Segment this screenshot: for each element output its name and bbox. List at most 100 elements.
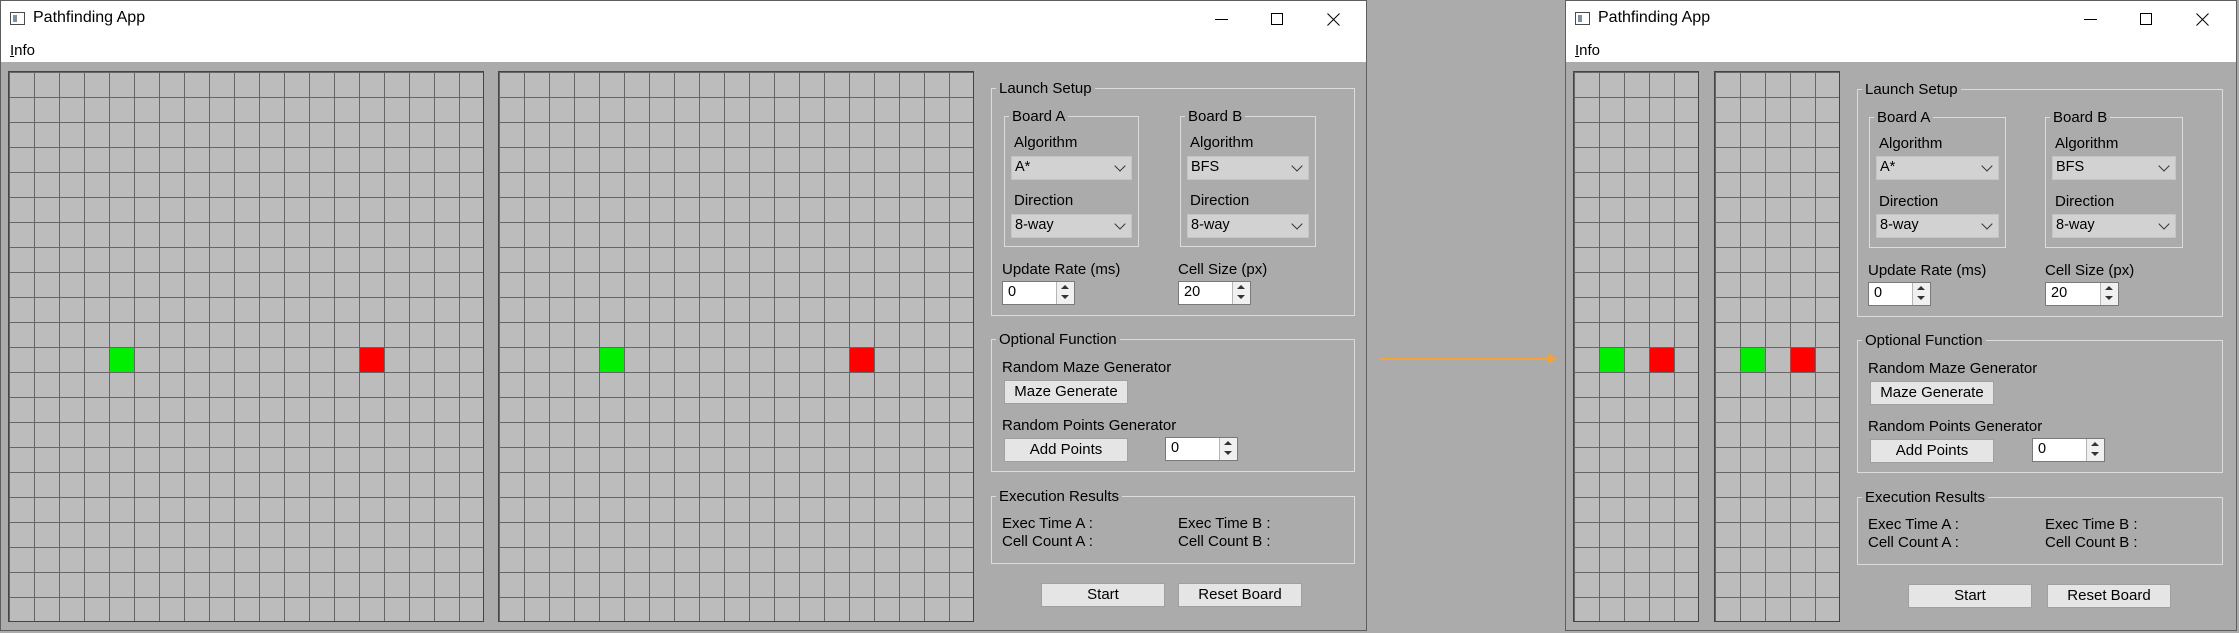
board-b-legend: Board B — [1188, 108, 1243, 125]
spin-down-icon[interactable] — [1061, 295, 1069, 299]
title-bar[interactable]: Pathfinding App — [1566, 1, 2236, 39]
exec-time-a: Exec Time A : — [1868, 516, 1959, 533]
cell-size-label: Cell Size (px) — [2045, 262, 2135, 279]
update-rate-input[interactable]: 0 — [1002, 281, 1075, 305]
cell-size-value: 20 — [2051, 285, 2068, 301]
maze-generator-label: Random Maze Generator — [1002, 359, 1172, 376]
board-a-grid[interactable] — [8, 71, 484, 622]
algorithm-a-label: Algorithm — [1014, 134, 1078, 151]
update-rate-value: 0 — [1874, 285, 1883, 301]
arrow-right-icon — [1380, 354, 1558, 364]
spin-up-icon[interactable] — [2091, 442, 2099, 446]
spin-up-icon[interactable] — [1237, 285, 1245, 289]
chevron-down-icon — [1291, 160, 1303, 172]
maximize-button[interactable] — [2118, 1, 2174, 39]
add-points-button[interactable]: Add Points — [1004, 438, 1128, 462]
window-title: Pathfinding App — [33, 9, 146, 26]
launch-setup-legend: Launch Setup — [999, 80, 1092, 97]
algorithm-b-label: Algorithm — [1190, 134, 1254, 151]
start-cell[interactable] — [110, 348, 134, 372]
start-button[interactable]: Start — [1041, 583, 1165, 607]
board-b-grid[interactable] — [498, 71, 974, 622]
exec-time-a: Exec Time A : — [1002, 515, 1093, 532]
end-cell[interactable] — [1791, 348, 1815, 372]
spin-up-icon[interactable] — [1224, 441, 1232, 445]
start-cell[interactable] — [1741, 348, 1765, 372]
cell-size-input[interactable]: 20 — [2045, 282, 2119, 306]
spin-down-icon[interactable] — [1224, 451, 1232, 455]
spin-down-icon[interactable] — [2091, 452, 2099, 456]
cell-count-b: Cell Count B : — [1178, 533, 1271, 550]
add-points-button[interactable]: Add Points — [1870, 439, 1994, 463]
points-count-input[interactable]: 0 — [2032, 438, 2105, 462]
maze-generate-button[interactable]: Maze Generate — [1870, 381, 1994, 405]
points-generator-label: Random Points Generator — [1002, 417, 1177, 434]
direction-a-select[interactable]: 8-way — [1876, 214, 1999, 238]
end-cell[interactable] — [1650, 348, 1674, 372]
exec-time-b: Exec Time B : — [2045, 516, 2138, 533]
start-cell[interactable] — [1600, 348, 1624, 372]
start-button[interactable]: Start — [1908, 584, 2032, 608]
direction-b-value: 8-way — [2056, 217, 2095, 233]
maximize-icon — [2140, 13, 2152, 25]
board-a-legend: Board A — [1877, 109, 1931, 126]
reset-board-button[interactable]: Reset Board — [1178, 583, 1302, 607]
minimize-button[interactable] — [2062, 1, 2118, 39]
menu-info[interactable]: Info — [1575, 42, 1600, 59]
close-button[interactable] — [1305, 1, 1361, 39]
points-count-input[interactable]: 0 — [1165, 437, 1238, 461]
algorithm-b-value: BFS — [1191, 159, 1220, 175]
close-button[interactable] — [2174, 1, 2230, 39]
direction-a-value: 8-way — [1015, 217, 1054, 233]
chevron-down-icon — [1291, 218, 1303, 230]
end-cell[interactable] — [850, 348, 874, 372]
menu-bar: Info — [1, 39, 1366, 62]
exec-time-b: Exec Time B : — [1178, 515, 1271, 532]
chevron-down-icon — [2158, 218, 2170, 230]
direction-b-select[interactable]: 8-way — [1187, 214, 1309, 238]
spin-down-icon[interactable] — [1237, 295, 1245, 299]
execution-results-legend: Execution Results — [1865, 489, 1986, 506]
spin-down-icon[interactable] — [2105, 296, 2113, 300]
minimize-icon — [1215, 19, 1228, 20]
start-cell[interactable] — [600, 348, 624, 372]
chevron-down-icon — [1114, 160, 1126, 172]
menu-bar: Info — [1566, 39, 2236, 62]
minimize-icon — [2084, 19, 2097, 20]
spin-up-icon[interactable] — [1917, 286, 1925, 290]
algorithm-a-select[interactable]: A* — [1011, 156, 1132, 180]
direction-b-label: Direction — [2055, 193, 2115, 210]
maximize-button[interactable] — [1249, 1, 1305, 39]
window-icon — [10, 12, 25, 25]
algorithm-a-select[interactable]: A* — [1876, 156, 1999, 180]
algorithm-b-select[interactable]: BFS — [1187, 156, 1309, 180]
board-a-grid[interactable] — [1573, 71, 1699, 622]
update-rate-label: Update Rate (ms) — [1002, 261, 1121, 278]
menu-info[interactable]: Info — [10, 42, 35, 59]
algorithm-b-select[interactable]: BFS — [2052, 156, 2176, 180]
algorithm-a-value: A* — [1015, 159, 1031, 175]
optional-function-legend: Optional Function — [999, 331, 1117, 348]
chevron-down-icon — [2158, 160, 2170, 172]
reset-board-button[interactable]: Reset Board — [2047, 584, 2171, 608]
maze-generate-button[interactable]: Maze Generate — [1004, 380, 1128, 404]
direction-a-select[interactable]: 8-way — [1011, 214, 1132, 238]
spin-up-icon[interactable] — [2105, 286, 2113, 290]
cell-count-b: Cell Count B : — [2045, 534, 2138, 551]
direction-a-label: Direction — [1879, 193, 1939, 210]
minimize-button[interactable] — [1193, 1, 1249, 39]
algorithm-a-label: Algorithm — [1879, 135, 1943, 152]
spin-down-icon[interactable] — [1917, 296, 1925, 300]
update-rate-input[interactable]: 0 — [1868, 282, 1931, 306]
execution-results-legend: Execution Results — [999, 488, 1120, 505]
direction-b-select[interactable]: 8-way — [2052, 214, 2176, 238]
end-cell[interactable] — [360, 348, 384, 372]
optional-function-legend: Optional Function — [1865, 332, 1983, 349]
points-generator-label: Random Points Generator — [1868, 418, 2043, 435]
spin-up-icon[interactable] — [1061, 285, 1069, 289]
cell-count-a: Cell Count A : — [1868, 534, 1959, 551]
points-count-value: 0 — [2038, 441, 2047, 457]
title-bar[interactable]: Pathfinding App — [1, 1, 1366, 39]
board-b-grid[interactable] — [1714, 71, 1840, 622]
cell-size-input[interactable]: 20 — [1178, 281, 1251, 305]
